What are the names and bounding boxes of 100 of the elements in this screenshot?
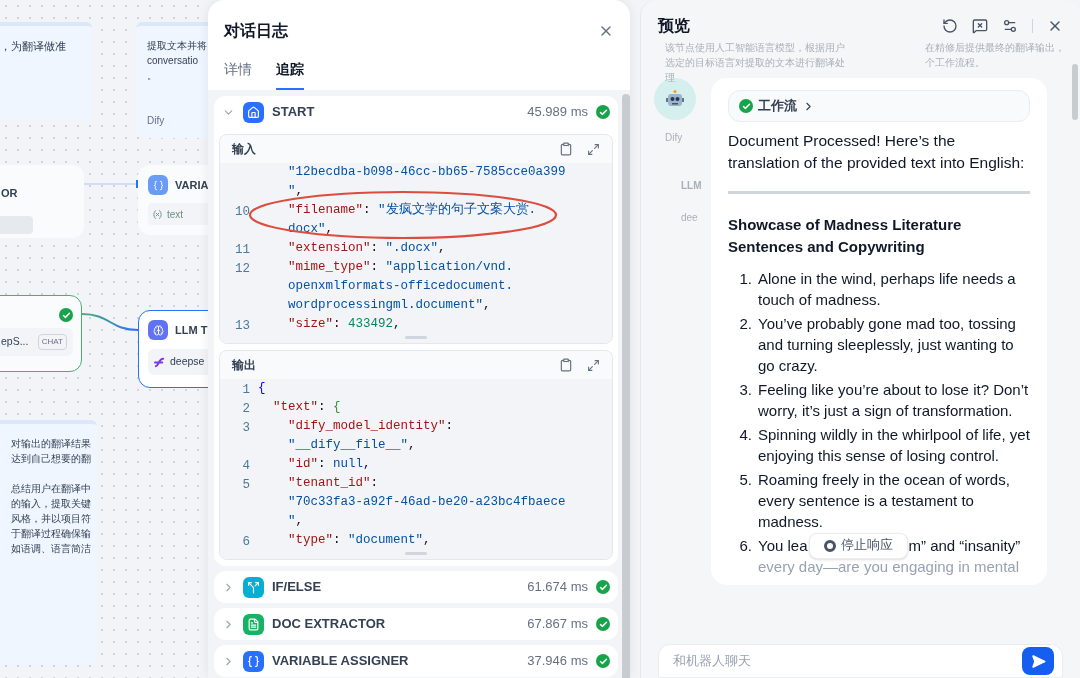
step-name: DOC EXTRACTOR: [272, 615, 386, 634]
code-line: "tenant_id":: [287, 475, 379, 493]
note-text: 风格，并以项目符: [10, 512, 91, 526]
line-number: 13: [235, 318, 250, 333]
step-duration: 61.674 ms: [527, 578, 588, 597]
note-text: 总结用户在翻译中: [10, 482, 91, 496]
backdrop-text: 个工作流程。: [925, 56, 986, 70]
code-line: "dify_model_identity":: [287, 418, 454, 436]
code-line: "type": "document",: [287, 532, 431, 550]
model-logo-icon: [154, 356, 165, 368]
note-text: 达到自己想要的翻: [10, 452, 91, 466]
step-icon: [243, 613, 264, 635]
list-item-text: Alone in the wind, perhaps life needs a touch of madness.: [758, 269, 1017, 310]
chat-clear-icon[interactable]: [972, 18, 988, 34]
list-number: 5.: [738, 470, 753, 490]
list-number: 3.: [738, 380, 753, 400]
code-line: wordprocessingml.document",: [287, 297, 491, 315]
model-name: deepse: [170, 354, 205, 370]
workflow-label: 工作流: [758, 97, 797, 116]
step-duration: 67.867 ms: [527, 615, 588, 634]
list-item-text: Spinning wildly in the whirlpool of life, yet enjoying this sense of losing control.: [758, 425, 1030, 466]
code-line: "__dify__file__",: [287, 437, 416, 455]
line-number: 5: [242, 477, 250, 492]
line-number: 4: [242, 458, 250, 473]
message-input[interactable]: 和机器人聊天: [673, 651, 1022, 671]
backdrop-text: dee: [681, 211, 698, 225]
list-item-text: m” and “insanity”: [908, 536, 1021, 556]
note-text: conversatio: [147, 54, 200, 68]
step-name: START: [272, 103, 315, 122]
settings-icon[interactable]: [1002, 18, 1018, 34]
connector: [81, 313, 139, 331]
code-line: "70c33fa3-a92f-46ad-be20-a23bc4fbaece: [287, 494, 566, 512]
workflow-status-pill[interactable]: 工作流: [728, 90, 1030, 122]
variable-icon: [148, 175, 168, 195]
line-number: 11: [235, 242, 250, 257]
line-number: 3: [242, 420, 250, 435]
line-number: 6: [242, 534, 250, 549]
code-line: ",: [287, 183, 304, 201]
copy-icon[interactable]: [559, 142, 573, 156]
expand-icon[interactable]: [587, 358, 600, 372]
list-item-text: every day—are you engaging in mental: [757, 557, 1020, 577]
line-number: 10: [235, 204, 250, 219]
note-text: 对输出的翻译结果: [10, 437, 91, 451]
backdrop-text: 该节点使用人工智能语言模型，根据用户: [665, 41, 846, 55]
backdrop-text: 理: [665, 71, 676, 85]
workflow-node[interactable]: epS... CHAT: [0, 295, 82, 372]
note-text: 提取文本并将: [147, 39, 208, 53]
tab[interactable]: 详情: [224, 59, 252, 90]
stop-icon: [823, 539, 836, 552]
workflow-node[interactable]: OR: [0, 165, 84, 238]
list-number: 6.: [738, 536, 753, 556]
code-line: ",: [287, 513, 304, 531]
step-duration: 45.989 ms: [527, 103, 588, 122]
step-icon: [243, 576, 264, 598]
workflow-node[interactable]: VARIA text: [138, 165, 208, 235]
code-line: "filename": "发疯文学的句子文案大赏.: [287, 201, 537, 220]
robot-icon: [665, 89, 685, 109]
model-name: epS...: [1, 334, 29, 350]
step-name: IF/ELSE: [272, 578, 322, 597]
code-line: "extension": ".docx",: [287, 240, 446, 258]
list-number: 4.: [738, 425, 753, 445]
scrollbar[interactable]: [1072, 64, 1078, 120]
note-text: 的输入，提取关键: [10, 497, 91, 511]
section-label: 输出: [232, 357, 256, 374]
send-button[interactable]: [1022, 647, 1054, 675]
restart-icon[interactable]: [942, 18, 958, 34]
list-item-text: You’ve probably gone mad too, tossing and turning sleeplessly, just wanting to go crazy.: [758, 314, 1017, 376]
backdrop-text: 在精修后提供最终的翻译输出，: [925, 41, 1065, 55]
code-line: "12becdba-b098-46cc-bb65-7585cce0a399: [287, 164, 566, 182]
code-line: "text": {: [272, 399, 341, 417]
list-item-text: Feeling like you’re about to lose it? Don’t worry, it’s just a sign of transformation.: [758, 380, 1030, 421]
code-line: "mime_type": "application/vnd.: [287, 259, 514, 277]
stop-response-button[interactable]: 停止响应: [808, 532, 908, 559]
node-title: LLM T: [175, 322, 208, 338]
section-label: 输入: [232, 141, 256, 158]
llm-icon: [148, 320, 168, 340]
intro-text: Document Processed! Here’s the translation of the provided text into English:: [728, 131, 1026, 173]
chat-input[interactable]: 和机器人聊天: [658, 644, 1063, 678]
panel-title: 预览: [658, 16, 690, 36]
note-text: 。: [147, 69, 158, 83]
scrollbar[interactable]: [622, 94, 630, 678]
note-author: Dify: [147, 114, 166, 128]
variable-icon: [152, 208, 163, 220]
node-title: OR: [1, 187, 18, 199]
code-line: "size": 433492,: [287, 316, 401, 334]
code-line: "id": null,: [287, 456, 371, 474]
list-number: 1.: [738, 269, 753, 289]
list-item-text: You lea: [758, 536, 808, 556]
step-icon: [243, 650, 264, 672]
code-line: {: [258, 380, 266, 398]
copy-icon[interactable]: [559, 358, 573, 372]
step-duration: 37.946 ms: [527, 652, 588, 671]
node-title: VARIA: [175, 177, 208, 193]
expand-icon[interactable]: [587, 142, 600, 156]
note-text: ，为翻译做准: [0, 39, 67, 54]
step-icon: [243, 101, 264, 123]
workflow-node[interactable]: LLM T deepse: [138, 310, 208, 388]
backdrop-text: Dify: [665, 131, 683, 145]
code-line: openxmlformats-officedocument.: [287, 278, 514, 296]
line-number: 1: [242, 382, 250, 397]
